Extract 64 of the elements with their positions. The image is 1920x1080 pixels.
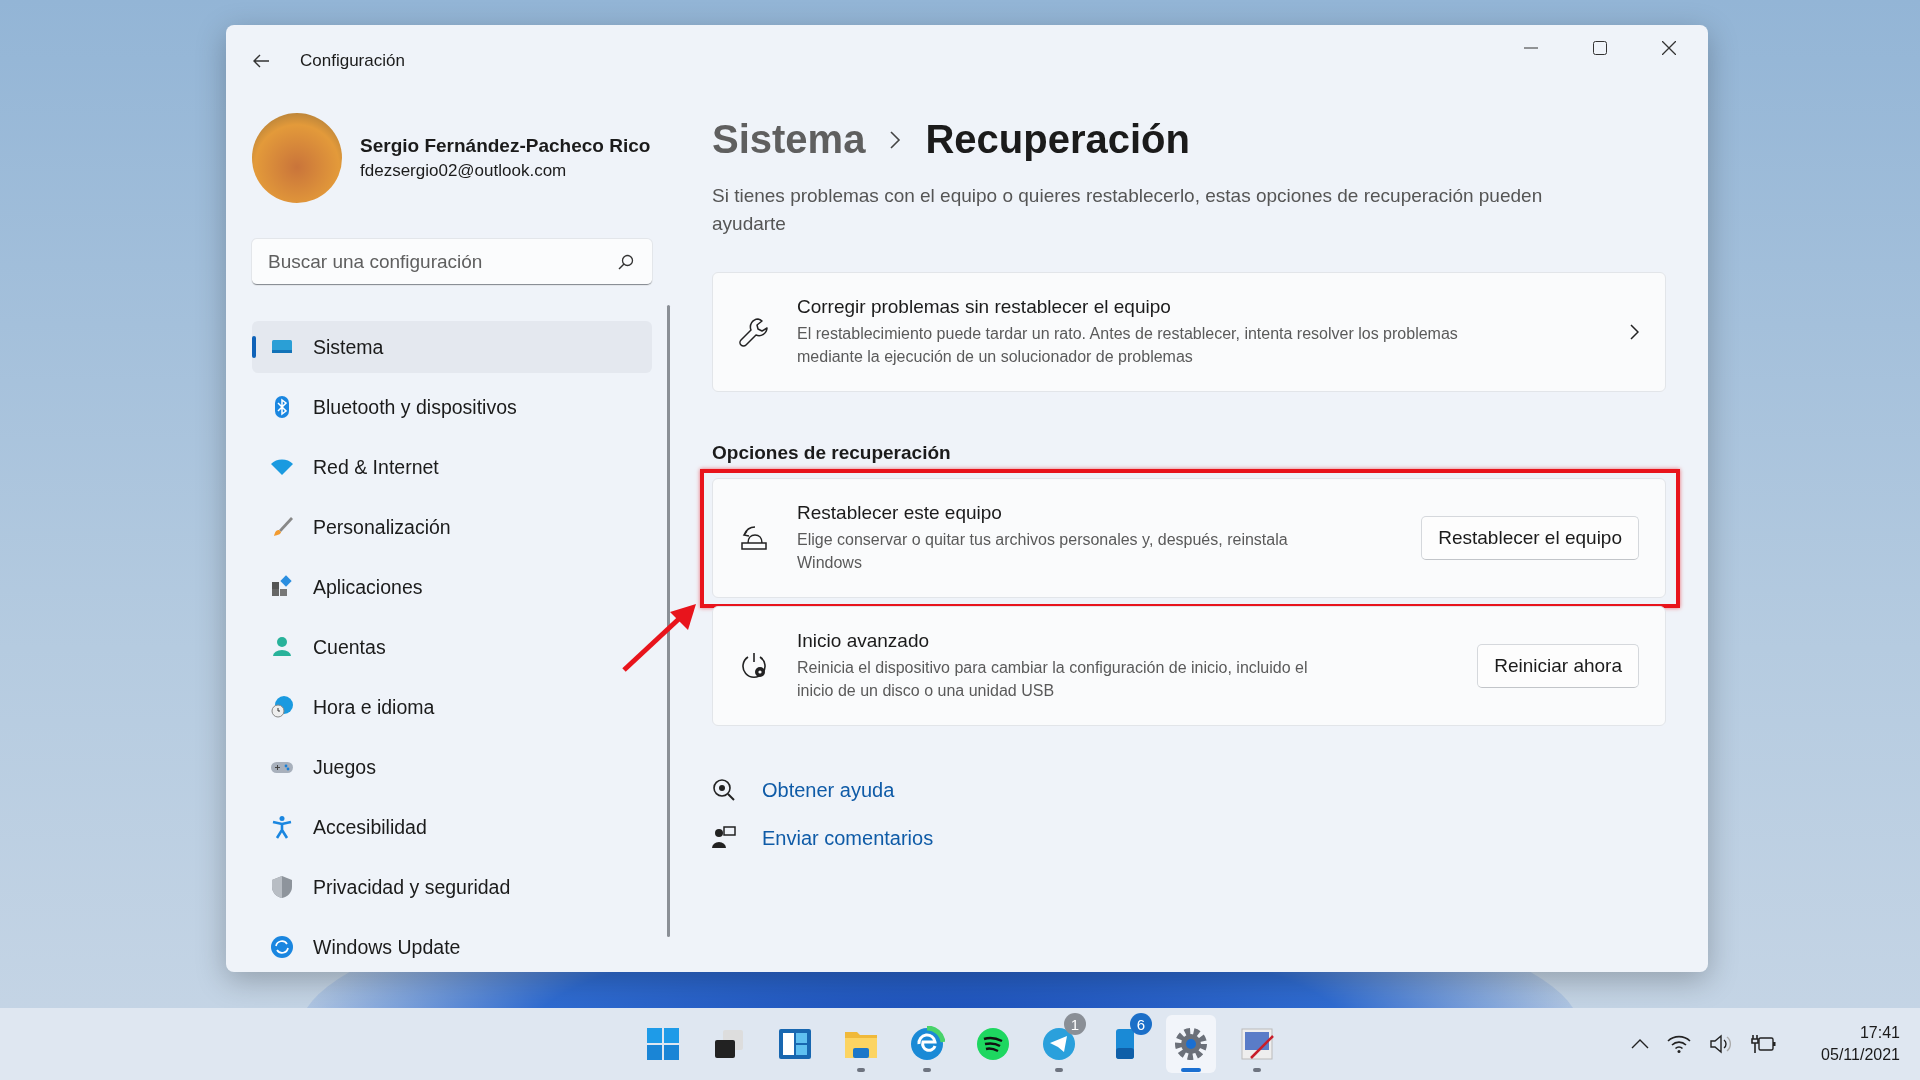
back-icon[interactable]	[252, 53, 270, 69]
speaker-icon[interactable]	[1709, 1034, 1734, 1054]
card-description: El restablecimiento puede tardar un rato. Antes de restablecer, intenta resolver los problemas mediante la ejecución de un solucionador de problemas	[797, 324, 1459, 367]
scrollbar[interactable]	[667, 305, 670, 937]
page-title: Recuperación	[925, 117, 1190, 162]
reset-icon	[739, 523, 769, 553]
section-heading: Opciones de recuperación	[712, 442, 952, 464]
sidebar-item[interactable]: Sistema	[252, 321, 652, 373]
clock-time: 17:41	[1859, 1024, 1900, 1042]
chevron-icon	[889, 129, 902, 150]
sidebar-item[interactable]: Windows Update	[252, 921, 652, 972]
notification-badge: 1	[1064, 1013, 1086, 1035]
sync-icon	[270, 935, 294, 959]
settings-card[interactable]: Corregir problemas sin restablecer el equipo El restablecimiento puede tardar un rato. Antes de restablecer, intenta resolver los problemas mediante la ejecución de un solucionador de problemas	[712, 272, 1666, 392]
sidebar-item[interactable]: Personalización	[252, 501, 652, 553]
clock[interactable]: 17:41 05/11/2021	[1821, 1024, 1900, 1064]
notification-badge: 6	[1130, 1013, 1152, 1035]
person-icon	[270, 635, 294, 659]
taskbar-button[interactable]: 6	[1100, 1015, 1150, 1073]
action-button[interactable]: Restablecer el equipo	[1421, 516, 1639, 560]
window-title: Configuración	[300, 51, 405, 71]
search-field[interactable]: Buscar una configuración	[252, 239, 652, 285]
accessibility-icon	[270, 815, 294, 839]
browser-icon	[909, 1026, 945, 1062]
sidebar-item[interactable]: Accesibilidad	[252, 801, 652, 853]
power-gear-icon	[739, 651, 769, 681]
music-app-icon	[975, 1026, 1011, 1062]
help-icon	[712, 778, 736, 802]
sidebar-item[interactable]: Privacidad y seguridad	[252, 861, 652, 913]
sidebar-item[interactable]: Aplicaciones	[252, 561, 652, 613]
paint-app-icon	[1239, 1026, 1275, 1062]
card-description: Reinicia el dispositivo para cambiar la configuración de inicio, incluido el inicio de un disco o una unidad USB	[797, 658, 1309, 701]
close-icon[interactable]	[1662, 41, 1676, 55]
widgets-icon	[777, 1026, 813, 1062]
sidebar-item[interactable]: Red & Internet	[252, 441, 652, 493]
sidebar-item[interactable]: Bluetooth y dispositivos	[252, 381, 652, 433]
user-email: fdezsergio02@outlook.com	[360, 161, 568, 181]
action-button[interactable]: Reiniciar ahora	[1477, 644, 1639, 688]
wifi-icon[interactable]	[1667, 1035, 1692, 1053]
shield-icon	[270, 875, 294, 899]
card-title: Corregir problemas sin restablecer el equipo	[797, 296, 1172, 318]
help-link[interactable]: Obtener ayuda	[762, 778, 895, 802]
start-icon	[645, 1026, 681, 1062]
wrench-icon	[739, 317, 769, 347]
gear-icon	[1173, 1026, 1209, 1062]
maximize-icon[interactable]	[1593, 41, 1607, 55]
page-description: Si tienes problemas con el equipo o quieres restablecerlo, estas opciones de recuperación pueden ayudarte	[712, 184, 1544, 236]
card-title: Inicio avanzado	[797, 630, 931, 652]
search-icon	[618, 254, 634, 270]
chevron-icon	[1629, 324, 1639, 340]
card-title: Restablecer este equipo	[797, 502, 1003, 524]
sidebar-item[interactable]: Cuentas	[252, 621, 652, 673]
help-link[interactable]: Enviar comentarios	[762, 826, 934, 850]
sidebar-item[interactable]: Juegos	[252, 741, 652, 793]
apps-icon	[270, 575, 294, 599]
battery-charging-icon[interactable]	[1751, 1034, 1778, 1054]
sidebar-item[interactable]: Hora e idioma	[252, 681, 652, 733]
clock-date: 05/11/2021	[1821, 1046, 1900, 1064]
globe-clock-icon	[270, 695, 294, 719]
chevron-up-icon[interactable]	[1631, 1039, 1650, 1049]
breadcrumb-link[interactable]: Sistema	[712, 117, 866, 162]
card-description: Elige conservar o quitar tus archivos personales y, después, reinstala Windows	[797, 530, 1289, 573]
feedback-icon	[712, 826, 736, 850]
user-name: Sergio Fernández-Pacheco Rico	[360, 135, 651, 157]
